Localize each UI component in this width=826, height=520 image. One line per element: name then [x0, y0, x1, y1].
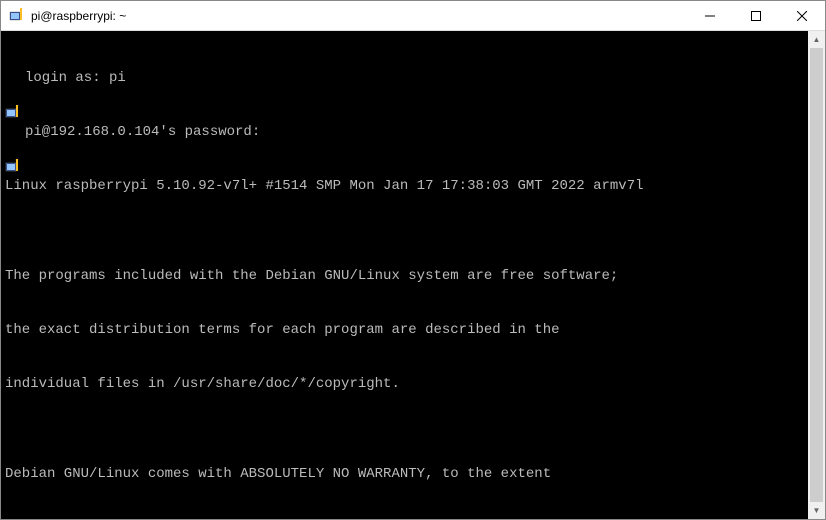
terminal-output[interactable]: login as: pi pi@192.168.0.104's password… — [1, 31, 808, 519]
scroll-down-button[interactable]: ▼ — [808, 502, 825, 519]
putty-icon — [9, 8, 25, 24]
terminal-container: login as: pi pi@192.168.0.104's password… — [1, 31, 825, 519]
terminal-line: pi@192.168.0.104's password: — [25, 123, 260, 141]
terminal-line: The programs included with the Debian GN… — [5, 267, 804, 285]
terminal-line: Debian GNU/Linux comes with ABSOLUTELY N… — [5, 465, 804, 483]
terminal-line: individual files in /usr/share/doc/*/cop… — [5, 375, 804, 393]
scroll-thumb[interactable] — [810, 48, 823, 502]
titlebar[interactable]: pi@raspberrypi: ~ — [1, 1, 825, 31]
terminal-line: login as: pi — [25, 69, 126, 87]
maximize-button[interactable] — [733, 1, 779, 30]
putty-icon — [5, 123, 21, 139]
close-button[interactable] — [779, 1, 825, 30]
window-title: pi@raspberrypi: ~ — [31, 9, 687, 23]
terminal-line: Linux raspberrypi 5.10.92-v7l+ #1514 SMP… — [5, 177, 804, 195]
putty-icon — [5, 69, 21, 85]
scroll-up-button[interactable]: ▲ — [808, 31, 825, 48]
minimize-button[interactable] — [687, 1, 733, 30]
terminal-line: the exact distribution terms for each pr… — [5, 321, 804, 339]
window-controls — [687, 1, 825, 30]
scroll-track[interactable] — [808, 48, 825, 502]
scrollbar[interactable]: ▲ ▼ — [808, 31, 825, 519]
